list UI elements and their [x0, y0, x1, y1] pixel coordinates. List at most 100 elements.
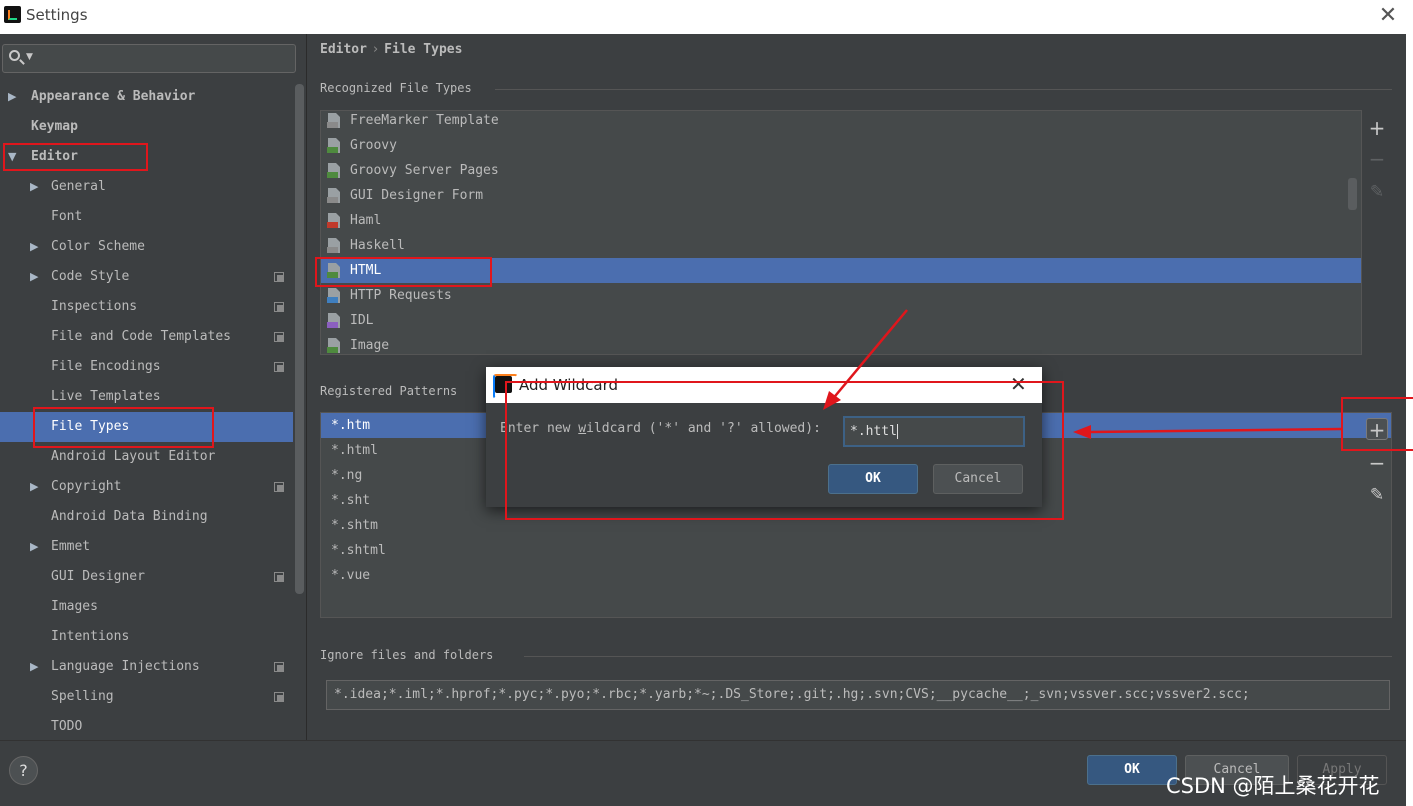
file-type-label: IDL	[350, 313, 374, 328]
sidebar-item[interactable]: File Encodings	[0, 352, 293, 382]
annotation-box-html	[315, 257, 492, 287]
file-type-row[interactable]: Groovy	[321, 133, 1361, 158]
breadcrumb-parent[interactable]: Editor	[320, 42, 367, 57]
sidebar-item-label: Emmet	[51, 539, 91, 554]
groovy-file-icon	[326, 137, 342, 154]
file-type-row[interactable]: Haml	[321, 208, 1361, 233]
sidebar-item-label: GUI Designer	[51, 569, 145, 584]
project-scope-icon	[274, 692, 284, 702]
sidebar-item[interactable]: Inspections	[0, 292, 293, 322]
pattern-label: *.shtm	[331, 518, 378, 533]
chevron-right-icon[interactable]: ▶	[30, 232, 38, 262]
file-type-row[interactable]: Haskell	[321, 233, 1361, 258]
file-type-row[interactable]: FreeMarker Template	[321, 111, 1361, 133]
chevron-right-icon[interactable]: ▶	[30, 262, 38, 292]
csdn-watermark: CSDN @陌上桑花开花	[1166, 774, 1380, 798]
sidebar-item[interactable]: Font	[0, 202, 293, 232]
chevron-right-icon[interactable]: ▶	[30, 472, 38, 502]
remove-file-type-button[interactable]: −	[1366, 148, 1388, 170]
breadcrumb: Editor › File Types	[320, 42, 462, 57]
recognized-file-types-list[interactable]: FreeMarker Template Groovy Groovy Server P…	[320, 110, 1362, 355]
sidebar-item[interactable]: ▶ Language Injections	[0, 652, 293, 682]
http-file-icon	[326, 287, 342, 304]
chevron-right-icon[interactable]: ▶	[30, 532, 38, 562]
sidebar-item-label: File Encodings	[51, 359, 161, 374]
pattern-row[interactable]: *.vue	[321, 563, 1391, 588]
sidebar-item[interactable]: File and Code Templates	[0, 322, 293, 352]
project-scope-icon	[274, 272, 284, 282]
sidebar-item-label: Copyright	[51, 479, 122, 494]
chevron-right-icon[interactable]: ▶	[30, 652, 38, 682]
file-type-row[interactable]: Image	[321, 333, 1361, 354]
sidebar-item[interactable]: Android Data Binding	[0, 502, 293, 532]
chevron-right-icon[interactable]: ▶	[8, 82, 16, 112]
annotation-box-file-types	[33, 407, 214, 448]
project-scope-icon	[274, 362, 284, 372]
file-type-row[interactable]: Groovy Server Pages	[321, 158, 1361, 183]
file-type-label: Image	[350, 338, 390, 353]
sidebar-item[interactable]: Spelling	[0, 682, 293, 712]
edit-pattern-button[interactable]: ✎	[1366, 484, 1388, 506]
add-file-type-button[interactable]: +	[1366, 117, 1388, 139]
chevron-right-icon[interactable]: ▶	[30, 172, 38, 202]
sidebar-item-label: Android Data Binding	[51, 509, 208, 524]
sidebar-item[interactable]: Intentions	[0, 622, 293, 652]
intellij-logo-icon	[4, 6, 21, 23]
sidebar-item[interactable]: Keymap	[0, 112, 293, 142]
close-icon[interactable]: ✕	[1374, 2, 1402, 30]
file-types-scrollbar[interactable]	[1348, 178, 1357, 210]
sidebar-item[interactable]: TODO	[0, 712, 293, 742]
remove-pattern-button[interactable]: −	[1366, 452, 1388, 474]
recognized-file-types-title: Recognized File Types	[320, 81, 472, 95]
annotation-box-dialog	[505, 381, 1064, 520]
sidebar-item-label: Inspections	[51, 299, 138, 314]
image-file-icon	[326, 337, 342, 354]
ignore-files-field[interactable]: *.idea;*.iml;*.hprof;*.pyc;*.pyo;*.rbc;*…	[326, 680, 1390, 710]
sidebar-item-label: Spelling	[51, 689, 114, 704]
pattern-row[interactable]: *.shtml	[321, 538, 1391, 563]
sidebar-item[interactable]: ▶ Appearance & Behavior	[0, 82, 293, 112]
sidebar-item[interactable]: ▶ Copyright	[0, 472, 293, 502]
sidebar-item[interactable]: ▶ Code Style	[0, 262, 293, 292]
registered-patterns-title: Registered Patterns	[320, 384, 458, 398]
sidebar-item[interactable]: Images	[0, 592, 293, 622]
help-button[interactable]: ?	[9, 756, 38, 785]
sidebar-item-label: Appearance & Behavior	[31, 89, 196, 104]
breadcrumb-separator: ›	[372, 42, 379, 57]
file-type-label: Haskell	[350, 238, 405, 253]
project-scope-icon	[274, 332, 284, 342]
pattern-label: *.vue	[331, 568, 371, 583]
ok-button[interactable]: OK	[1087, 755, 1177, 785]
title-bar: Settings ✕	[0, 0, 1413, 34]
sidebar-item-label: Intentions	[51, 629, 130, 644]
sidebar-item-label: Color Scheme	[51, 239, 145, 254]
file-type-row[interactable]: GUI Designer Form	[321, 183, 1361, 208]
annotation-box-editor	[3, 143, 148, 171]
pattern-label: *.sht	[331, 493, 371, 508]
sidebar-item-label: TODO	[51, 719, 83, 734]
sidebar-item[interactable]: ▶ Color Scheme	[0, 232, 293, 262]
search-input[interactable]: ▼	[2, 44, 296, 73]
project-scope-icon	[274, 482, 284, 492]
file-type-label: Groovy Server Pages	[350, 163, 499, 178]
breadcrumb-current: File Types	[384, 42, 463, 57]
chevron-down-icon: ▼	[26, 52, 33, 62]
sidebar-item-label: Language Injections	[51, 659, 200, 674]
annotation-box-add-button	[1341, 397, 1413, 451]
sidebar-item-label: Font	[51, 209, 83, 224]
sidebar-item[interactable]: ▶ General	[0, 172, 293, 202]
edit-file-type-button[interactable]: ✎	[1366, 181, 1388, 203]
sidebar-item-label: General	[51, 179, 106, 194]
search-icon	[9, 50, 20, 61]
idl-file-icon	[326, 312, 342, 329]
pattern-label: *.html	[331, 443, 378, 458]
haskell-file-icon	[326, 237, 342, 254]
file-type-label: Groovy	[350, 138, 397, 153]
sidebar-item[interactable]: GUI Designer	[0, 562, 293, 592]
sidebar-item[interactable]: ▶ Emmet	[0, 532, 293, 562]
project-scope-icon	[274, 572, 284, 582]
sidebar-item-label: Keymap	[31, 119, 78, 134]
file-type-label: GUI Designer Form	[350, 188, 484, 203]
file-type-row[interactable]: IDL	[321, 308, 1361, 333]
sidebar-scrollbar[interactable]	[295, 84, 304, 594]
